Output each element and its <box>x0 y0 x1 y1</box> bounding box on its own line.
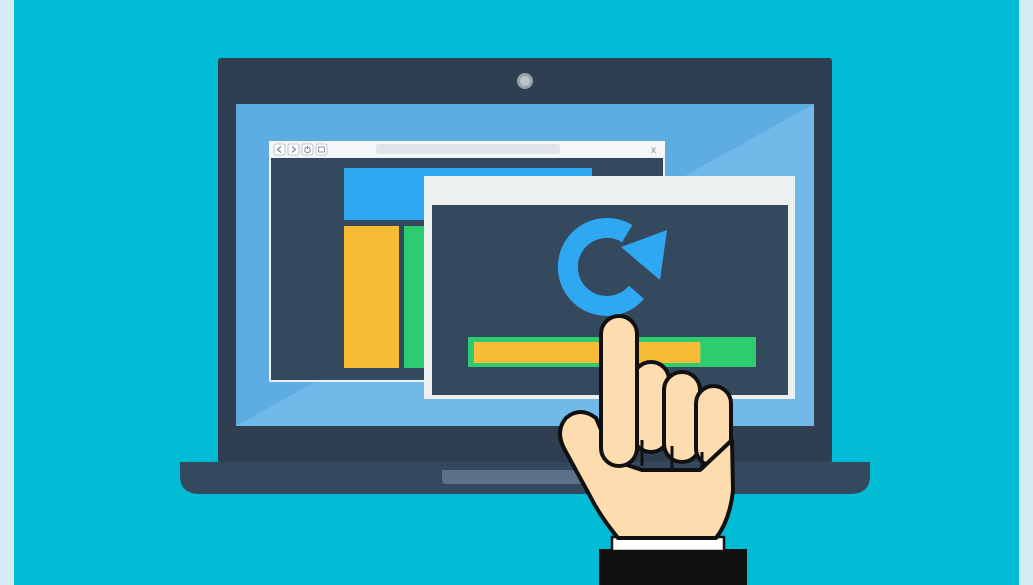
close-icon: x <box>651 145 656 156</box>
progress-fill <box>474 342 701 363</box>
index-finger <box>599 314 639 468</box>
back-icon <box>273 143 286 156</box>
tabs-icon <box>315 143 328 156</box>
forward-icon <box>287 143 300 156</box>
webcam-lens <box>520 76 530 86</box>
back-window-address-bar <box>376 144 560 154</box>
yellow-block <box>344 226 399 368</box>
sleeve <box>599 549 747 585</box>
power-icon <box>301 143 314 156</box>
scene: x <box>0 0 1033 585</box>
